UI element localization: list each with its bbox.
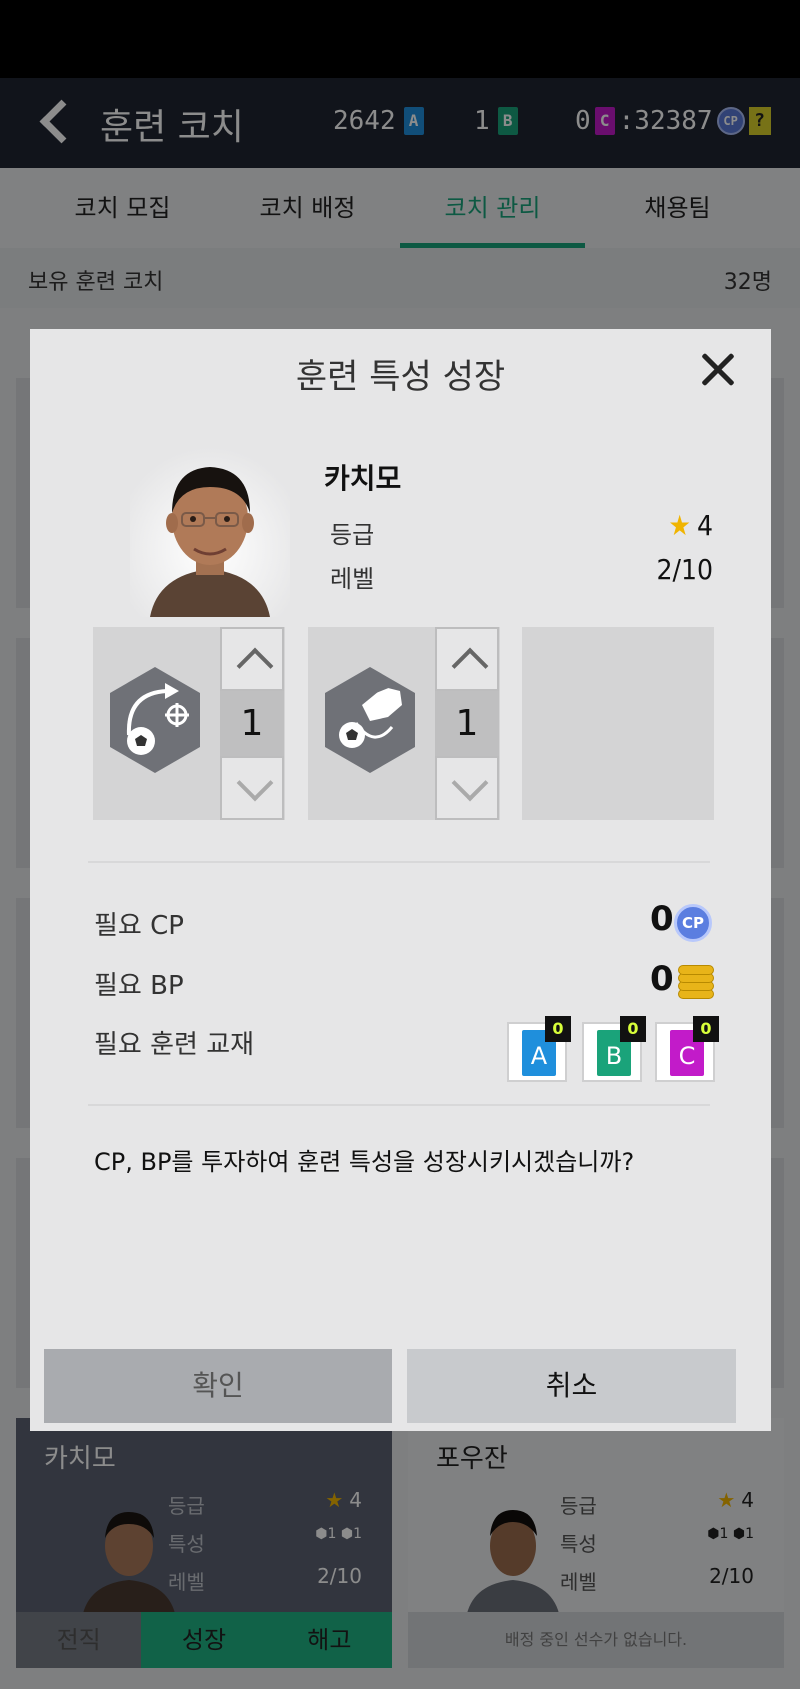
trait-1-value: 1 [220, 691, 284, 756]
confirm-button[interactable]: 확인 [44, 1349, 392, 1423]
status-bar [0, 0, 800, 78]
kick-trait-icon [325, 667, 415, 773]
close-icon[interactable] [693, 345, 743, 395]
dialog-title: 훈련 특성 성장 [295, 357, 506, 397]
star-icon: ★ [668, 509, 691, 542]
trait-2-decrease-button[interactable] [435, 756, 499, 820]
coach-portrait [130, 447, 290, 617]
grade-value: ★ 4 [668, 509, 713, 542]
cancel-button[interactable]: 취소 [407, 1349, 736, 1423]
grade-number: 4 [696, 509, 713, 542]
trait-growth-dialog: 훈련 특성 성장 카치모 등급 ★ 4 레벨 2/10 1 1 필요 CP 0 … [30, 329, 771, 1431]
trait-slot-1: 1 [93, 627, 285, 820]
training-book-a-icon: A 0 [507, 1016, 571, 1082]
curve-shot-trait-icon [110, 667, 200, 773]
required-cp-value: 0 [650, 899, 674, 939]
training-book-a-count: 0 [545, 1016, 571, 1042]
training-book-c-count: 0 [693, 1016, 719, 1042]
trait-1-increase-button[interactable] [220, 627, 284, 691]
trait-1-decrease-button[interactable] [220, 756, 284, 820]
bp-coins-icon [678, 965, 714, 999]
trait-2-value: 1 [435, 691, 499, 756]
training-book-b-count: 0 [620, 1016, 646, 1042]
grade-label: 등급 [330, 521, 375, 549]
cp-coin-icon: CP [674, 904, 712, 942]
required-cp-label: 필요 CP [94, 911, 184, 941]
required-bp-value: 0 [650, 959, 674, 999]
training-book-b-icon: B 0 [582, 1016, 646, 1082]
divider [88, 1104, 710, 1106]
required-material-label: 필요 훈련 교재 [94, 1030, 255, 1060]
trait-2-increase-button[interactable] [435, 627, 499, 691]
level-value: 2/10 [656, 553, 713, 586]
empty-trait-slot [522, 627, 714, 820]
required-bp-label: 필요 BP [94, 971, 184, 1001]
training-book-c-icon: C 0 [655, 1016, 719, 1082]
trait-slot-2: 1 [308, 627, 500, 820]
level-label: 레벨 [330, 565, 375, 593]
coach-name: 카치모 [324, 462, 402, 495]
confirm-question: CP, BP를 투자하여 훈련 특성을 성장시키시겠습니까? [94, 1148, 635, 1176]
divider [88, 861, 710, 863]
